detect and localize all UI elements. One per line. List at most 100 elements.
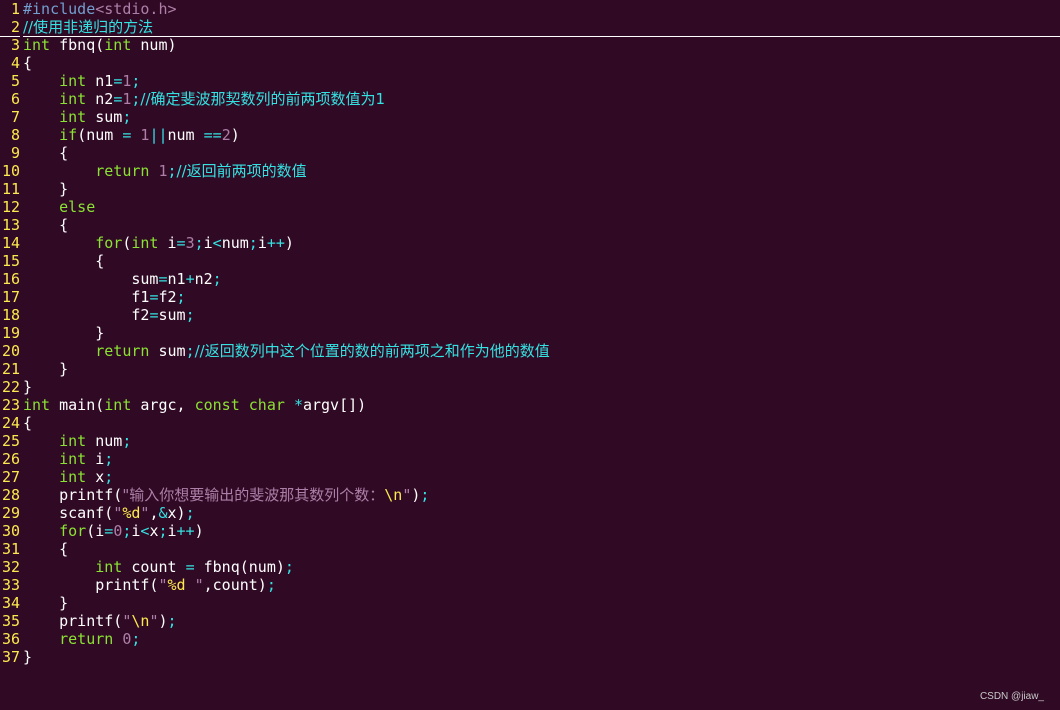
code-token-type: int — [59, 432, 87, 450]
code-line[interactable]: 10 return 1;//返回前两项的数值 — [0, 162, 1060, 180]
line-code: int fbnq(int num) — [23, 36, 177, 54]
code-line[interactable]: 23 int main(int argc, const char *argv[]) — [0, 396, 1060, 414]
code-editor[interactable]: 1 #include<stdio.h> 2//使用非递归的方法 3 int fbnq(i… — [0, 0, 1060, 710]
line-number: 16 — [1, 270, 20, 288]
line-number: 27 — [1, 468, 20, 486]
line-number: 4 — [10, 54, 20, 72]
code-token-op: ; — [104, 468, 114, 486]
code-line[interactable]: 24{ — [0, 414, 1060, 432]
code-token-plain: { — [23, 54, 33, 72]
code-token-kw: if — [59, 126, 78, 144]
code-line[interactable]: 9 { — [0, 144, 1060, 162]
code-token-esc: \n — [384, 486, 403, 504]
code-line[interactable]: 32 int count = fbnq(num); — [0, 558, 1060, 576]
code-token-type: int — [23, 36, 51, 54]
line-code: printf("\n"); — [23, 612, 177, 630]
code-line[interactable]: 12 else — [0, 198, 1060, 216]
code-line[interactable]: 21 } — [0, 360, 1060, 378]
code-token-op: ; — [212, 270, 222, 288]
code-token-str: " — [113, 504, 123, 522]
code-line[interactable]: 28 printf("输入你想要输出的斐波那其数列个数：\n"); — [0, 486, 1060, 504]
code-line[interactable]: 27 int x; — [0, 468, 1060, 486]
code-line[interactable]: 29 scanf("%d",&x); — [0, 504, 1060, 522]
line-number: 3 — [10, 36, 20, 54]
code-line[interactable]: 3 int fbnq(int num) — [0, 36, 1060, 54]
line-code: f2=sum; — [23, 306, 195, 324]
code-token-esc: %d — [167, 576, 186, 594]
code-token-kw: for — [59, 522, 87, 540]
line-code: scanf("%d",&x); — [23, 504, 194, 522]
code-line[interactable]: 7 int sum; — [0, 108, 1060, 126]
code-token-plain: i — [203, 234, 213, 252]
code-line[interactable]: 8 if(num = 1||num ==2) — [0, 126, 1060, 144]
code-token-op: ; — [167, 612, 177, 630]
code-line[interactable]: 11 } — [0, 180, 1060, 198]
code-line[interactable]: 34 } — [0, 594, 1060, 612]
code-token-op: & — [158, 504, 168, 522]
line-code: return 1;//返回前两项的数值 — [23, 162, 306, 180]
code-line[interactable]: 31 { — [0, 540, 1060, 558]
code-line[interactable]: 25 int num; — [0, 432, 1060, 450]
code-token-op: ; — [122, 432, 132, 450]
code-line[interactable]: 33 printf("%d ",count); — [0, 576, 1060, 594]
code-token-plain: i — [158, 234, 177, 252]
code-line[interactable]: 19 } — [0, 324, 1060, 342]
code-line[interactable]: 15 { — [0, 252, 1060, 270]
code-token-cmt: //使用非递归的方法 — [23, 18, 154, 36]
code-line[interactable]: 36 return 0; — [0, 630, 1060, 648]
line-code: for(i=0;i<x;i++) — [23, 522, 204, 540]
code-line[interactable]: 16 sum=n1+n2; — [0, 270, 1060, 288]
line-code: sum=n1+n2; — [23, 270, 222, 288]
code-token-plain: { — [23, 414, 33, 432]
line-number: 11 — [1, 180, 20, 198]
code-token-plain: x — [86, 468, 105, 486]
line-code: return sum;//返回数列中这个位置的数的前两项之和作为他的数值 — [23, 342, 549, 360]
code-token-plain: n2 — [194, 270, 213, 288]
code-line[interactable]: 26 int i; — [0, 450, 1060, 468]
code-token-plain: num) — [131, 36, 177, 54]
code-token-op: ++ — [176, 522, 195, 540]
code-line[interactable]: 13 { — [0, 216, 1060, 234]
code-line[interactable]: 2//使用非递归的方法 — [0, 18, 1060, 37]
code-line[interactable]: 22} — [0, 378, 1060, 396]
code-token-plain: f2 — [23, 306, 150, 324]
code-line[interactable]: 30 for(i=0;i<x;i++) — [0, 522, 1060, 540]
code-line[interactable]: 17 f1=f2; — [0, 288, 1060, 306]
code-token-type: int — [59, 108, 87, 126]
code-token-plain: num — [86, 432, 123, 450]
code-token-str: " — [158, 576, 168, 594]
code-line[interactable]: 4{ — [0, 54, 1060, 72]
code-token-plain: ) — [194, 522, 204, 540]
code-line[interactable]: 1 #include<stdio.h> — [0, 0, 1060, 18]
code-line[interactable]: 5 int n1=1; — [0, 72, 1060, 90]
code-token-num: 2 — [221, 126, 231, 144]
code-line[interactable]: 37} — [0, 648, 1060, 666]
code-token-op: ; — [185, 306, 195, 324]
line-code: int sum; — [23, 108, 131, 126]
code-token-op: = — [113, 90, 123, 108]
line-number: 23 — [1, 396, 20, 414]
code-token-num: 1 — [158, 162, 168, 180]
code-line[interactable]: 18 f2=sum; — [0, 306, 1060, 324]
code-line[interactable]: 20 return sum;//返回数列中这个位置的数的前两项之和作为他的数值 — [0, 342, 1060, 360]
code-token-plain: num — [167, 126, 204, 144]
code-token-type: int — [59, 450, 87, 468]
line-number: 34 — [1, 594, 20, 612]
code-line[interactable]: 6 int n2=1;//确定斐波那契数列的前两项数值为1 — [0, 90, 1060, 108]
line-number: 17 — [1, 288, 20, 306]
line-number: 15 — [1, 252, 20, 270]
code-line[interactable]: 14 for(int i=3;i<num;i++) — [0, 234, 1060, 252]
code-line[interactable]: 35 printf("\n"); — [0, 612, 1060, 630]
line-code: { — [23, 252, 104, 270]
line-code: printf("%d ",count); — [23, 576, 276, 594]
line-code: { — [23, 54, 32, 72]
code-token-plain: f2 — [158, 288, 177, 306]
line-code: int main(int argc, const char *argv[]) — [23, 396, 366, 414]
line-number: 19 — [1, 324, 20, 342]
